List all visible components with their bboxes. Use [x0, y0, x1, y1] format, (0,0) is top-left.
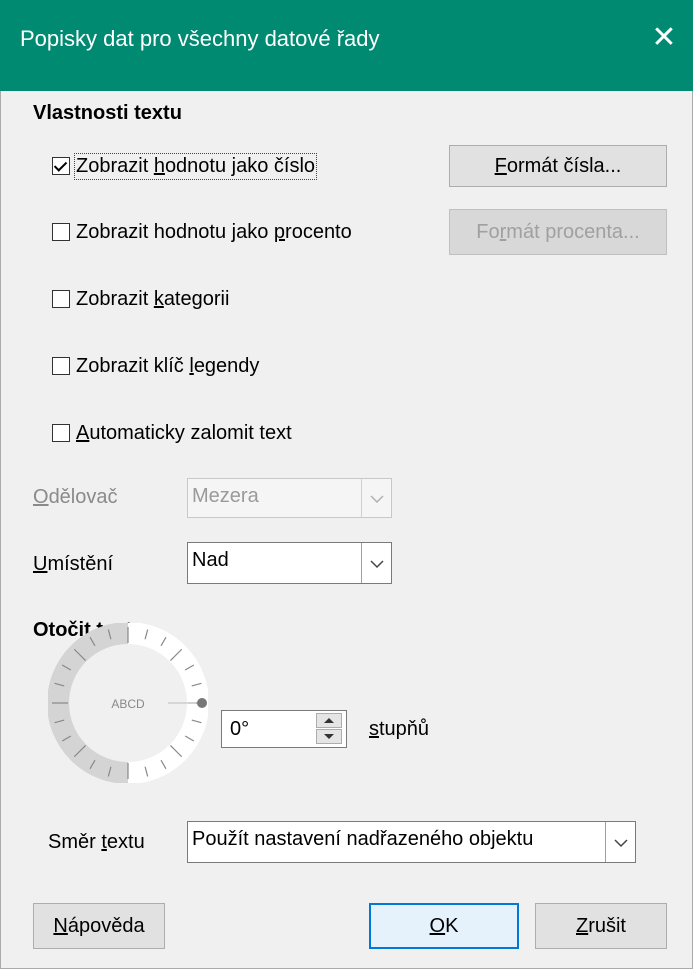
show-legend-key-checkbox[interactable]: Zobrazit klíč legendy — [52, 351, 259, 381]
dial-sample-text: ABCD — [111, 697, 145, 711]
checkbox-unchecked-icon — [52, 290, 70, 308]
rotation-dial[interactable]: ABCD — [47, 622, 209, 784]
chevron-down-icon — [361, 543, 391, 583]
separator-label: Odělovač — [33, 486, 118, 508]
checkbox-label: Zobrazit klíč legendy — [76, 354, 260, 377]
checkbox-label: Zobrazit kategorii — [76, 287, 230, 310]
ok-button[interactable]: OK — [369, 903, 519, 949]
dial-handle-icon[interactable] — [197, 698, 207, 708]
close-icon[interactable]: ✕ — [644, 18, 684, 58]
show-category-checkbox[interactable]: Zobrazit kategorii — [52, 284, 229, 314]
show-value-as-number-checkbox[interactable]: Zobrazit hodnotu jako číslo — [52, 151, 318, 181]
text-direction-label: Směr textu — [48, 831, 145, 853]
chevron-down-icon — [361, 479, 391, 517]
degrees-label: stupňů — [369, 718, 430, 740]
chevron-down-icon — [605, 822, 635, 862]
placement-select[interactable]: Nad — [187, 542, 392, 584]
checkbox-checked-icon — [52, 157, 70, 175]
degrees-spinbox[interactable]: 0° — [221, 710, 347, 748]
show-value-as-percent-checkbox[interactable]: Zobrazit hodnotu jako procento — [52, 217, 352, 247]
checkbox-unchecked-icon — [52, 357, 70, 375]
checkbox-label: Zobrazit hodnotu jako číslo — [73, 152, 318, 180]
spin-down-icon[interactable] — [316, 729, 342, 744]
checkbox-unchecked-icon — [52, 223, 70, 241]
section-text-properties-heading: Vlastnosti textu — [33, 102, 182, 124]
checkbox-label: Zobrazit hodnotu jako procento — [76, 220, 352, 243]
title-bar: Popisky dat pro všechny datové řady ✕ — [0, 0, 693, 91]
auto-wrap-text-checkbox[interactable]: Automaticky zalomit text — [52, 418, 292, 448]
cancel-button[interactable]: Zrušit — [535, 903, 667, 949]
window-title: Popisky dat pro všechny datové řady — [20, 26, 380, 51]
percent-format-button[interactable]: Formát procenta... — [449, 209, 667, 255]
placement-label: Umístění — [33, 553, 114, 575]
separator-select[interactable]: Mezera — [187, 478, 392, 518]
help-button[interactable]: Nápověda — [33, 903, 165, 949]
checkbox-label: Automaticky zalomit text — [76, 421, 292, 444]
spin-up-icon[interactable] — [316, 713, 342, 728]
number-format-button[interactable]: Formát čísla... — [449, 145, 667, 187]
checkbox-unchecked-icon — [52, 424, 70, 442]
text-direction-select[interactable]: Použít nastavení nadřazeného objektu — [187, 821, 636, 863]
